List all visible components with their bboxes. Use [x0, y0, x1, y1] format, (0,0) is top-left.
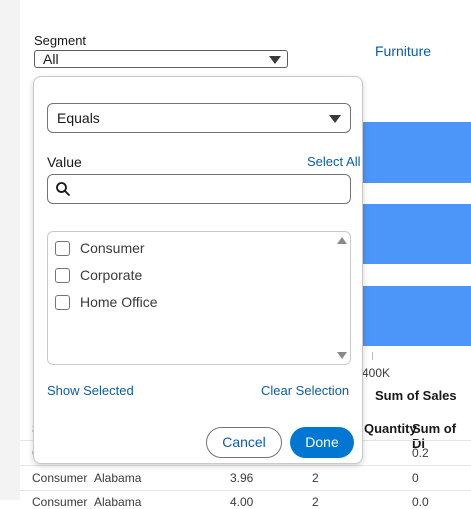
option-label: Consumer [80, 240, 145, 256]
axis-tick-label: 400K [362, 366, 391, 380]
scroll-down-icon[interactable] [337, 352, 347, 359]
show-selected-link[interactable]: Show Selected [47, 383, 134, 398]
table-cell: 0.2 [412, 446, 429, 460]
table-cell: Alabama [94, 471, 142, 485]
table-header: Quantity [364, 421, 417, 436]
chart-bar[interactable] [358, 204, 471, 264]
table-cell: 2 [312, 471, 319, 485]
chevron-down-icon [269, 56, 281, 64]
table-cell: Consumer [32, 495, 88, 509]
cancel-button[interactable]: Cancel [206, 427, 282, 458]
table-cell: 0.0 [412, 495, 429, 509]
checkbox[interactable] [55, 240, 70, 256]
segment-filter-label: Segment [34, 33, 87, 48]
operator-select[interactable]: Equals [47, 103, 351, 133]
table-divider [20, 465, 471, 466]
table-cell: 4.00 [230, 495, 254, 509]
search-text[interactable] [76, 178, 348, 202]
chevron-down-icon [329, 115, 341, 123]
left-strip [0, 0, 20, 500]
value-label: Value [47, 154, 82, 170]
option-label: Corporate [80, 267, 143, 283]
search-input[interactable] [47, 174, 351, 204]
segment-filter-select[interactable]: All [34, 50, 288, 68]
search-icon [56, 182, 70, 196]
option-item[interactable]: Consumer [55, 239, 145, 257]
chart-bar[interactable] [358, 286, 471, 346]
table-cell: 2 [312, 495, 319, 509]
operator-value: Equals [57, 110, 100, 126]
table-cell: 0 [412, 471, 419, 485]
select-all-link[interactable]: Select All [307, 154, 360, 169]
option-item[interactable]: Home Office [55, 293, 158, 311]
axis-tick-mark [372, 352, 373, 360]
table-cell: Alabama [94, 495, 142, 509]
chart-bar[interactable] [358, 122, 471, 183]
segment-selected-value: All [43, 51, 59, 67]
table-divider [20, 490, 471, 491]
filter-popover: Equals Value Select All Consumer Corpora… [33, 76, 363, 464]
options-list[interactable]: Consumer Corporate Home Office [47, 231, 351, 365]
chart-category-title: Furniture [375, 43, 432, 59]
done-button[interactable]: Done [290, 427, 354, 458]
table-cell: 3.96 [230, 471, 254, 485]
option-label: Home Office [80, 294, 158, 310]
checkbox[interactable] [55, 294, 70, 310]
scroll-up-icon[interactable] [337, 237, 347, 244]
table-cell: Consumer [32, 471, 88, 485]
axis-title: Sum of Sales [375, 388, 457, 403]
checkbox[interactable] [55, 267, 70, 283]
option-item[interactable]: Corporate [55, 266, 142, 284]
clear-selection-link[interactable]: Clear Selection [261, 383, 349, 398]
